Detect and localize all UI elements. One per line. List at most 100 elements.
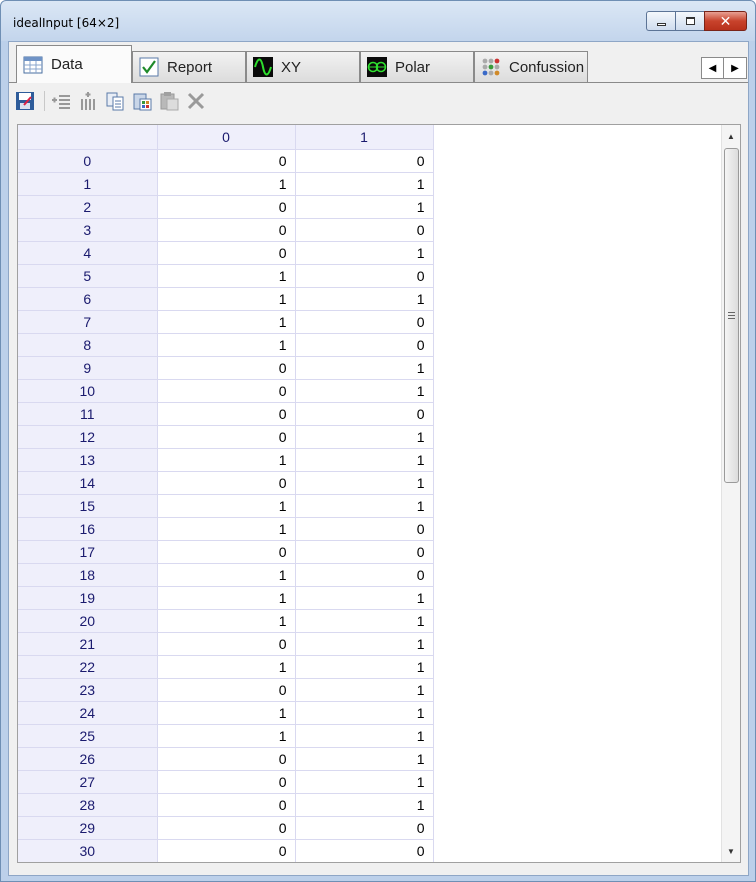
row-header[interactable]: 0 — [18, 149, 158, 173]
table-cell[interactable]: 0 — [157, 195, 296, 219]
table-cell[interactable]: 1 — [295, 655, 434, 679]
row-header[interactable]: 7 — [18, 310, 158, 334]
table-cell[interactable]: 0 — [157, 793, 296, 817]
table-cell[interactable]: 1 — [295, 678, 434, 702]
table-cell[interactable]: 1 — [157, 517, 296, 541]
table-cell[interactable]: 1 — [295, 287, 434, 311]
corner-cell[interactable] — [18, 125, 158, 150]
save-button[interactable] — [13, 89, 37, 113]
paste-button[interactable] — [157, 89, 181, 113]
table-cell[interactable]: 1 — [295, 195, 434, 219]
tab-data[interactable]: Data — [16, 45, 132, 83]
vertical-scrollbar[interactable]: ▲ ▼ — [721, 125, 740, 862]
table-cell[interactable]: 0 — [295, 402, 434, 426]
table-cell[interactable]: 0 — [295, 517, 434, 541]
row-header[interactable]: 6 — [18, 287, 158, 311]
row-header[interactable]: 15 — [18, 494, 158, 518]
table-cell[interactable]: 0 — [295, 310, 434, 334]
table-cell[interactable]: 0 — [295, 839, 434, 862]
table-cell[interactable]: 1 — [295, 724, 434, 748]
table-cell[interactable]: 0 — [295, 816, 434, 840]
row-header[interactable]: 21 — [18, 632, 158, 656]
table-cell[interactable]: 1 — [157, 701, 296, 725]
table-cell[interactable]: 0 — [157, 218, 296, 242]
table-cell[interactable]: 1 — [157, 724, 296, 748]
table-cell[interactable]: 0 — [157, 425, 296, 449]
row-header[interactable]: 24 — [18, 701, 158, 725]
table-cell[interactable]: 1 — [295, 425, 434, 449]
table-cell[interactable]: 1 — [295, 793, 434, 817]
table-cell[interactable]: 0 — [157, 471, 296, 495]
table-cell[interactable]: 0 — [295, 563, 434, 587]
delete-button[interactable] — [184, 89, 208, 113]
insert-columns-button[interactable] — [76, 89, 100, 113]
table-cell[interactable]: 1 — [295, 172, 434, 196]
row-header[interactable]: 3 — [18, 218, 158, 242]
table-cell[interactable]: 0 — [157, 540, 296, 564]
table-cell[interactable]: 1 — [295, 471, 434, 495]
table-cell[interactable]: 0 — [157, 839, 296, 862]
row-header[interactable]: 12 — [18, 425, 158, 449]
row-header[interactable]: 11 — [18, 402, 158, 426]
row-header[interactable]: 17 — [18, 540, 158, 564]
title-bar[interactable]: idealInput [64×2] ✕ — [1, 1, 755, 41]
table-cell[interactable]: 0 — [295, 264, 434, 288]
row-header[interactable]: 30 — [18, 839, 158, 862]
table-cell[interactable]: 1 — [295, 770, 434, 794]
table-cell[interactable]: 0 — [157, 816, 296, 840]
table-cell[interactable]: 0 — [157, 678, 296, 702]
table-cell[interactable]: 1 — [295, 632, 434, 656]
tab-scroll-left-button[interactable]: ◀ — [701, 57, 724, 79]
table-cell[interactable]: 1 — [157, 563, 296, 587]
table-cell[interactable]: 0 — [295, 333, 434, 357]
table-cell[interactable]: 1 — [157, 264, 296, 288]
row-header[interactable]: 29 — [18, 816, 158, 840]
maximize-button[interactable] — [675, 11, 704, 31]
table-cell[interactable]: 1 — [157, 333, 296, 357]
table-cell[interactable]: 0 — [295, 149, 434, 173]
table-cell[interactable]: 0 — [157, 402, 296, 426]
row-header[interactable]: 19 — [18, 586, 158, 610]
row-header[interactable]: 20 — [18, 609, 158, 633]
paste-special-button[interactable] — [130, 89, 154, 113]
table-cell[interactable]: 1 — [157, 448, 296, 472]
table-cell[interactable]: 1 — [295, 609, 434, 633]
row-header[interactable]: 13 — [18, 448, 158, 472]
table-cell[interactable]: 1 — [157, 172, 296, 196]
row-header[interactable]: 16 — [18, 517, 158, 541]
scroll-down-button[interactable]: ▼ — [722, 842, 740, 860]
row-header[interactable]: 22 — [18, 655, 158, 679]
row-header[interactable]: 18 — [18, 563, 158, 587]
table-cell[interactable]: 1 — [157, 655, 296, 679]
row-header[interactable]: 28 — [18, 793, 158, 817]
table-cell[interactable]: 1 — [157, 287, 296, 311]
row-header[interactable]: 9 — [18, 356, 158, 380]
table-cell[interactable]: 1 — [157, 586, 296, 610]
row-header[interactable]: 25 — [18, 724, 158, 748]
row-header[interactable]: 14 — [18, 471, 158, 495]
insert-rows-button[interactable] — [49, 89, 73, 113]
data-grid[interactable]: 0 1 0 0 0 1 1 1 2 0 1 3 0 0 4 0 1 5 1 0 6 1 1 7 1 0 8 1 0 9 0 1 10 0 1 11… — [17, 124, 741, 863]
row-header[interactable]: 4 — [18, 241, 158, 265]
scroll-thumb[interactable] — [724, 148, 739, 483]
table-cell[interactable]: 0 — [157, 149, 296, 173]
table-cell[interactable]: 0 — [157, 356, 296, 380]
row-header[interactable]: 26 — [18, 747, 158, 771]
scroll-up-button[interactable]: ▲ — [722, 127, 740, 145]
table-cell[interactable]: 0 — [157, 379, 296, 403]
copy-button[interactable] — [103, 89, 127, 113]
table-cell[interactable]: 1 — [295, 379, 434, 403]
table-cell[interactable]: 1 — [295, 586, 434, 610]
table-cell[interactable]: 1 — [157, 609, 296, 633]
tab-report[interactable]: Report — [132, 51, 246, 82]
table-cell[interactable]: 1 — [295, 494, 434, 518]
tab-confussion[interactable]: Confussion — [474, 51, 588, 82]
row-header[interactable]: 2 — [18, 195, 158, 219]
table-cell[interactable]: 1 — [295, 747, 434, 771]
table-cell[interactable]: 1 — [295, 701, 434, 725]
table-cell[interactable]: 1 — [157, 494, 296, 518]
column-header[interactable]: 0 — [157, 125, 296, 150]
table-cell[interactable]: 0 — [295, 218, 434, 242]
table-cell[interactable]: 1 — [295, 448, 434, 472]
row-header[interactable]: 1 — [18, 172, 158, 196]
